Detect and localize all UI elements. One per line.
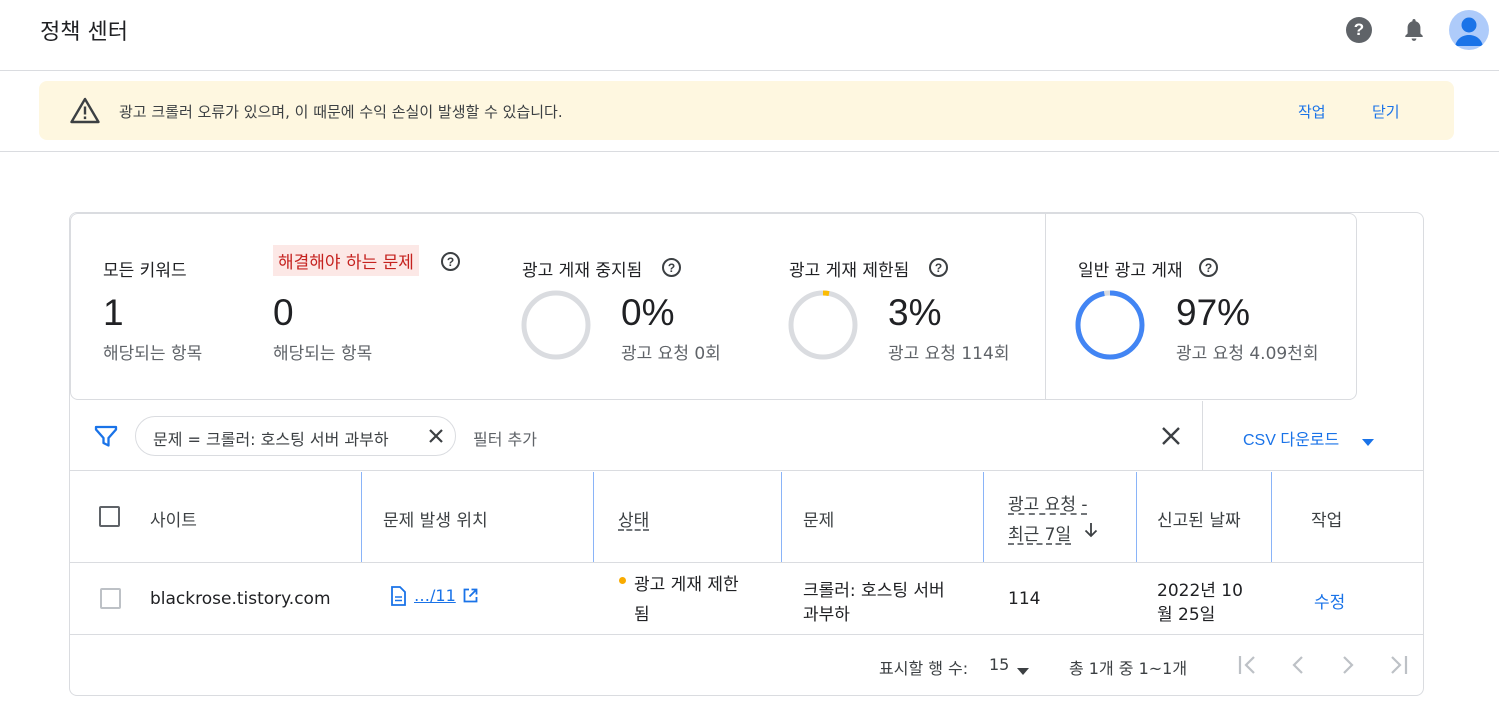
csv-download-button[interactable]: CSV 다운로드 — [1243, 426, 1339, 450]
stats-divider — [1045, 214, 1046, 399]
row-edit-button[interactable]: 수정 — [1314, 588, 1345, 613]
col-site[interactable]: 사이트 — [150, 506, 197, 531]
open-in-new-icon[interactable] — [463, 588, 478, 603]
col-divider — [593, 472, 594, 562]
page-title: 정책 센터 — [40, 20, 128, 45]
stats-summary — [70, 213, 1357, 400]
row-checkbox[interactable] — [100, 588, 121, 609]
stat-normal-help-icon[interactable]: ? — [1199, 258, 1218, 277]
row-location-link[interactable]: …/11 — [414, 586, 456, 605]
banner-message: 광고 크롤러 오류가 있으며, 이 때문에 수익 손실이 발생할 수 있습니다. — [119, 103, 563, 121]
stat-restricted-sub: 광고 요청 114회 — [888, 344, 1010, 364]
last-page-icon[interactable] — [1387, 654, 1409, 676]
col-divider — [1271, 472, 1272, 562]
stat-disabled-sub: 광고 요청 0회 — [621, 344, 721, 364]
col-location[interactable]: 문제 발생 위치 — [383, 506, 488, 531]
csv-divider — [1202, 401, 1203, 471]
table-top-border — [70, 470, 1423, 471]
row-issue-line1: 크롤러: 호스팅 서버 — [803, 581, 945, 601]
help-icon[interactable]: ? — [1346, 17, 1372, 43]
stat-disabled-ring — [521, 290, 591, 360]
prev-page-icon[interactable] — [1289, 654, 1307, 676]
header-divider — [0, 70, 1499, 71]
row-status-line2: 됨 — [634, 605, 650, 625]
stat-normal-sub: 광고 요청 4.09천회 — [1176, 344, 1319, 364]
row-border — [70, 634, 1423, 635]
banner-action-button[interactable]: 작업 — [1298, 101, 1326, 122]
row-date-line2: 월 25일 — [1157, 605, 1216, 625]
col-divider — [983, 472, 984, 562]
stat-disabled-help-icon[interactable]: ? — [662, 258, 681, 277]
stat-all-keywords-sub: 해당되는 항목 — [103, 344, 203, 364]
stat-all-keywords-value: 1 — [103, 292, 124, 333]
first-page-icon[interactable] — [1237, 654, 1259, 676]
csv-caret-down-icon[interactable] — [1362, 432, 1374, 446]
row-requests: 114 — [1008, 589, 1041, 609]
stat-issues-help-icon[interactable]: ? — [441, 252, 460, 271]
col-requests-line1[interactable]: 광고 요청 - — [1008, 490, 1088, 515]
stat-all-keywords-label[interactable]: 모든 키워드 — [103, 256, 187, 281]
row-date-line1: 2022년 10 — [1157, 581, 1243, 601]
stat-restricted-ring — [788, 290, 858, 360]
add-filter-input[interactable]: 필터 추가 — [473, 426, 537, 450]
bell-icon[interactable] — [1401, 16, 1427, 44]
rows-per-page-select[interactable]: 15 — [989, 655, 1009, 674]
stat-restricted-help-icon[interactable]: ? — [929, 258, 948, 277]
stat-issues-label[interactable]: 해결해야 하는 문제 — [273, 245, 419, 276]
warning-icon — [70, 97, 100, 124]
col-divider — [781, 472, 782, 562]
page-range: 총 1개 중 1~1개 — [1069, 659, 1188, 678]
select-all-checkbox[interactable] — [99, 506, 120, 527]
stat-normal-ring — [1075, 290, 1145, 360]
col-divider — [361, 472, 362, 562]
col-status[interactable]: 상태 — [618, 506, 649, 531]
row-site: blackrose.tistory.com — [150, 589, 331, 609]
filter-chip-label: 문제 = 크롤러: 호스팅 서버 과부하 — [153, 430, 389, 449]
status-dot-icon — [619, 577, 626, 584]
col-reported[interactable]: 신고된 날짜 — [1157, 506, 1241, 531]
stat-normal-value: 97% — [1176, 292, 1251, 333]
stat-disabled-value: 0% — [621, 292, 675, 333]
stat-restricted-value: 3% — [888, 292, 942, 333]
stat-normal-label[interactable]: 일반 광고 게재 — [1078, 256, 1183, 281]
document-icon — [390, 586, 406, 606]
col-action: 작업 — [1311, 511, 1343, 531]
clear-filters-icon[interactable] — [1161, 426, 1181, 446]
row-issue-line2: 과부하 — [803, 605, 850, 625]
sort-arrow-down-icon[interactable] — [1084, 522, 1098, 538]
banner-dismiss-button[interactable]: 닫기 — [1372, 101, 1400, 122]
banner-divider — [0, 151, 1499, 152]
col-requests-line2[interactable]: 최근 7일 — [1008, 520, 1071, 545]
next-page-icon[interactable] — [1339, 654, 1357, 676]
header-row-border — [70, 562, 1423, 563]
chip-remove-icon[interactable] — [428, 428, 444, 444]
rows-per-page-label: 표시할 행 수: — [879, 659, 969, 678]
stat-restricted-label[interactable]: 광고 게재 제한됨 — [789, 256, 909, 281]
rows-caret-down-icon[interactable] — [1017, 661, 1029, 675]
stat-issues-value: 0 — [273, 292, 294, 333]
filter-icon[interactable] — [94, 424, 118, 448]
col-divider — [1136, 472, 1137, 562]
row-status-line1: 광고 게재 제한 — [634, 575, 739, 595]
account-avatar-icon[interactable] — [1449, 10, 1489, 50]
stat-issues-sub: 해당되는 항목 — [273, 344, 373, 364]
col-issue[interactable]: 문제 — [803, 506, 834, 531]
stat-disabled-label[interactable]: 광고 게재 중지됨 — [522, 256, 642, 281]
